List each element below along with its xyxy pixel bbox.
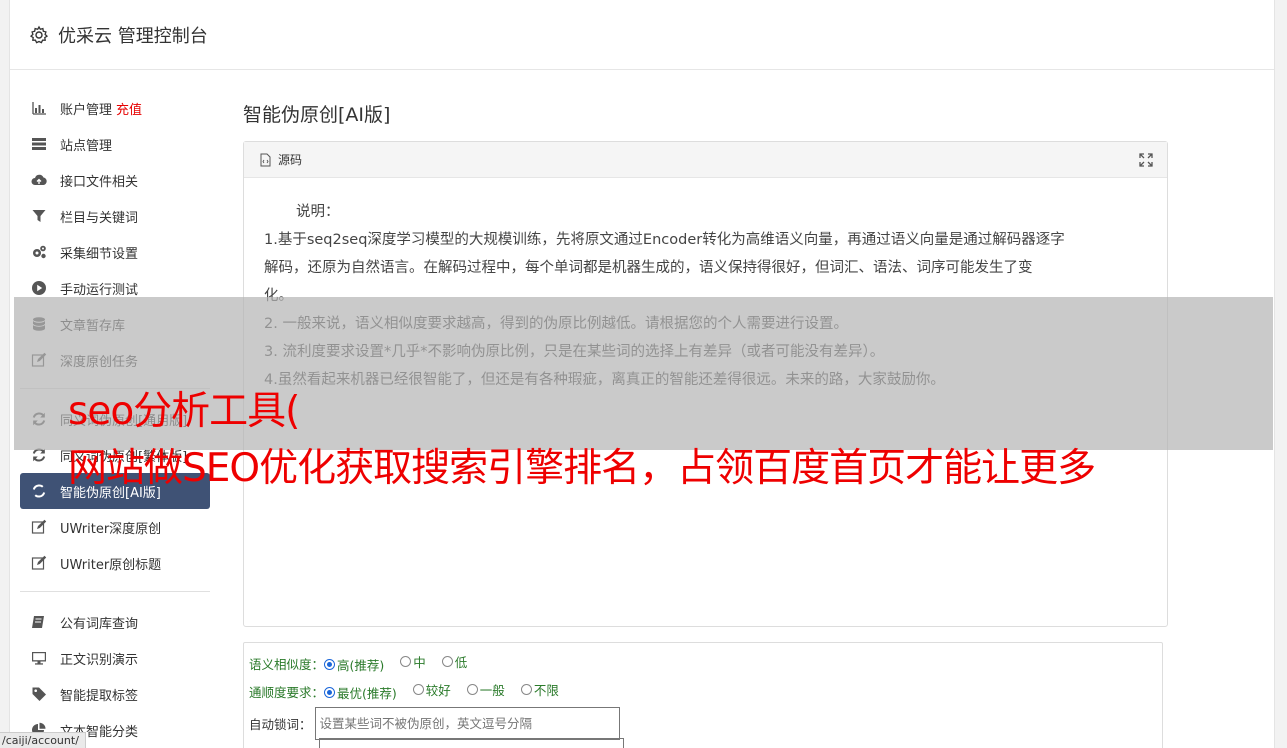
fluency-label: 通顺度要求： (249, 684, 325, 700)
overlay-headline: seo分析工具( (68, 389, 300, 434)
recharge-link[interactable]: 充值 (116, 99, 142, 118)
radio-circle[interactable] (441, 656, 453, 667)
sidebar-item[interactable]: 正文识别演示 (20, 640, 210, 676)
gear-icon (29, 25, 49, 43)
radio-label: 不限 (533, 683, 559, 698)
lock-row: 自动锁词： (249, 705, 1162, 741)
gears-icon (30, 244, 48, 260)
sidebar-item-label: UWriter深度原创 (60, 521, 162, 537)
radio-label: 高(推荐) (337, 658, 385, 673)
sidebar-item-label: 智能提取标签 (60, 688, 139, 704)
panel-title: 源码 (278, 153, 303, 167)
sidebar-item[interactable]: 站点管理 (20, 126, 210, 162)
second-input[interactable] (319, 738, 624, 748)
sidebar-item-label: 站点管理 (60, 138, 113, 154)
similarity-label: 语义相似度： (249, 656, 325, 672)
page-title: 智能伪原创[AI版] (243, 104, 391, 126)
sidebar-item-label: 公有词库查询 (60, 616, 139, 632)
similarity-radio[interactable]: 中 (400, 652, 426, 671)
expand-icon[interactable] (1139, 153, 1153, 167)
app-title: 优采云 管理控制台 (58, 25, 208, 47)
fluency-radio[interactable]: 一般 (466, 680, 505, 699)
sidebar-item-label: UWriter原创标题 (60, 557, 162, 573)
sidebar-item[interactable]: 公有词库查询 (20, 604, 210, 640)
bar-chart-icon (30, 100, 48, 116)
edit-icon (30, 555, 48, 571)
cloud-upload-icon (30, 172, 48, 188)
sidebar-item[interactable]: 账户管理 充值 (20, 90, 210, 126)
options-form: 语义相似度： 高(推荐) 中 低 通顺度要求： 最优(推荐) 较好 一般 不限 自动锁词： (243, 642, 1163, 748)
radio-circle[interactable] (466, 684, 478, 695)
sidebar-item-label: 栏目与关键词 (60, 210, 139, 226)
sidebar-item-label: 账户管理 (60, 102, 113, 118)
similarity-row: 语义相似度： 高(推荐) 中 低 (249, 649, 1162, 677)
radio-label: 低 (454, 655, 468, 670)
refresh-icon (30, 483, 48, 499)
radio-circle[interactable] (324, 687, 336, 698)
status-bar-url: /caiji/account/ (0, 732, 86, 748)
sidebar-item[interactable]: UWriter原创标题 (20, 545, 210, 581)
similarity-radio[interactable]: 低 (441, 652, 468, 671)
desc-label: 说明： (296, 204, 340, 220)
sidebar-divider (20, 591, 210, 592)
sidebar-item[interactable]: 采集细节设置 (20, 234, 210, 270)
radio-circle[interactable] (324, 659, 336, 670)
radio-label: 中 (413, 655, 426, 670)
radio-circle[interactable] (412, 684, 424, 695)
fluency-radio[interactable]: 较好 (412, 680, 451, 699)
fluency-radio[interactable]: 不限 (520, 680, 559, 699)
radio-label: 一般 (479, 683, 505, 698)
similarity-radio[interactable]: 高(推荐) (324, 655, 384, 674)
play-icon (30, 280, 48, 296)
radio-circle[interactable] (520, 684, 532, 695)
radio-label: 较好 (425, 683, 451, 698)
fluency-radio[interactable]: 最优(推荐) (324, 683, 397, 702)
tag-icon (30, 686, 48, 702)
desc-line: 解码，还原为自然语言。在解码过程中，每个单词都是机器生成的，语义保持得很好，但词… (264, 260, 1033, 276)
sidebar-item[interactable]: 栏目与关键词 (20, 198, 210, 234)
top-bar: 优采云 管理控制台 (10, 0, 1274, 70)
sidebar-item-label: 接口文件相关 (60, 174, 139, 190)
file-code-icon (260, 153, 271, 166)
desc-line: 1.基于seq2seq深度学习模型的大规模训练，先将原文通过Encoder转化为… (264, 232, 1065, 248)
sidebar-item[interactable]: UWriter深度原创 (20, 509, 210, 545)
monitor-icon (30, 650, 48, 666)
panel-header: 源码 (244, 142, 1167, 178)
sidebar-item[interactable]: 接口文件相关 (20, 162, 210, 198)
radio-circle[interactable] (400, 656, 412, 667)
sidebar-item-label: 正文识别演示 (60, 652, 139, 668)
edit-icon (30, 519, 48, 535)
sidebar-item-label: 采集细节设置 (60, 246, 139, 262)
lock-words-input[interactable] (314, 706, 620, 740)
sidebar-item-label: 手动运行测试 (60, 282, 139, 298)
book-icon (30, 614, 48, 630)
lock-label: 自动锁词： (249, 716, 312, 732)
filter-icon (30, 208, 48, 224)
radio-label: 最优(推荐) (337, 686, 397, 701)
fluency-row: 通顺度要求： 最优(推荐) 较好 一般 不限 (249, 677, 1162, 705)
sidebar-item[interactable]: 智能提取标签 (20, 676, 210, 712)
overlay-subline: 网站做SEO优化获取搜索引擎排名，占领百度首页才能让更多 (68, 446, 1096, 491)
server-icon (30, 136, 48, 152)
